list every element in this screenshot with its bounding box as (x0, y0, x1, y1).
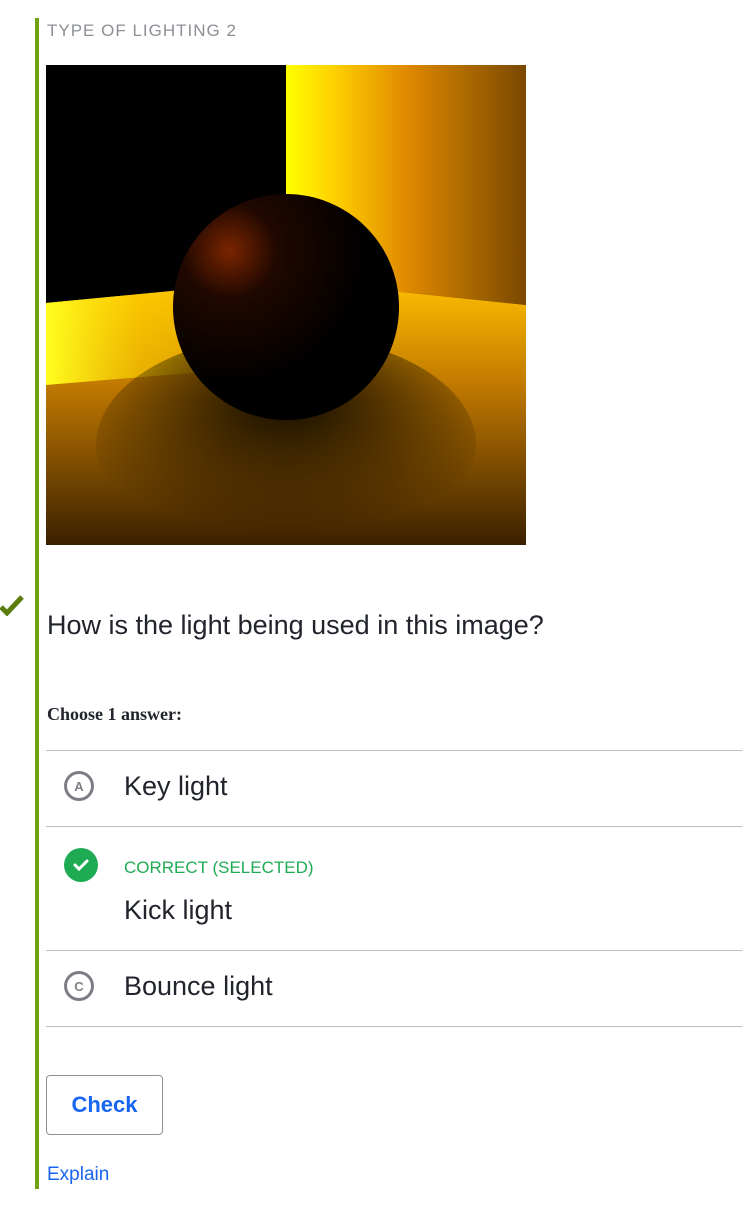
question-text: How is the light being used in this imag… (47, 610, 544, 640)
answered-indicator-bar (35, 18, 39, 1189)
choose-instruction: Choose 1 answer: (47, 704, 182, 724)
lighting-render-image (46, 65, 526, 545)
choice-a[interactable]: A Key light (46, 751, 742, 827)
exercise-title: TYPE OF LIGHTING 2 (47, 21, 237, 40)
check-button[interactable]: Check (46, 1075, 163, 1135)
choice-label: Key light (124, 771, 228, 801)
choice-label: Bounce light (124, 971, 273, 1001)
choice-c[interactable]: C Bounce light (46, 951, 742, 1027)
choice-b[interactable]: CORRECT (SELECTED) Kick light (46, 827, 742, 951)
answer-choices: A Key light CORRECT (SELECTED) Kick ligh… (46, 750, 742, 1027)
choice-letter-c: C (64, 971, 94, 1001)
choice-letter-a: A (64, 771, 94, 801)
choice-label: Kick light (124, 895, 233, 925)
checkmark-icon (0, 595, 24, 616)
explain-link[interactable]: Explain (47, 1164, 109, 1186)
correct-check-icon (64, 848, 98, 882)
choice-status: CORRECT (SELECTED) (124, 858, 314, 877)
